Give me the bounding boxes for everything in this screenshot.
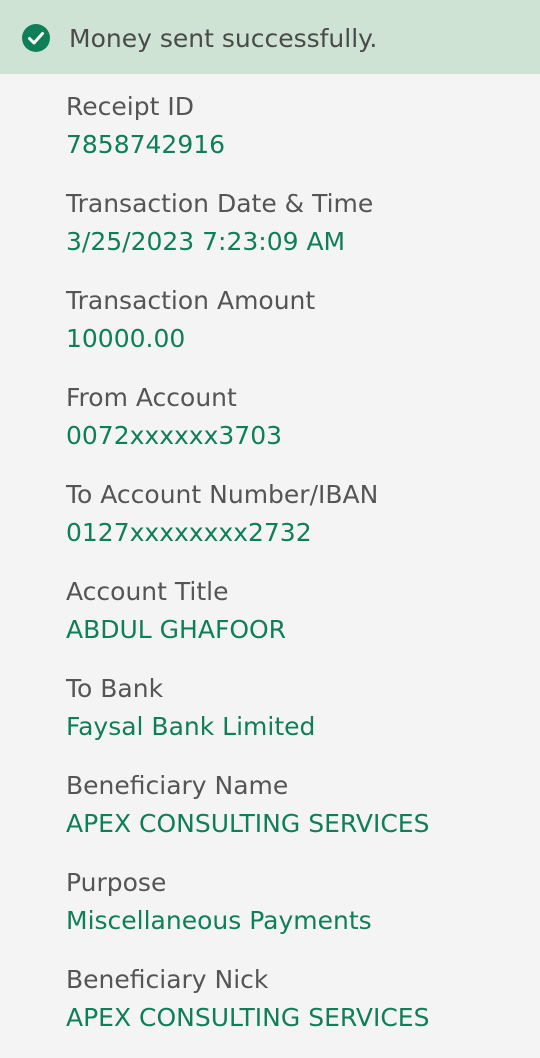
field-receipt-id: Receipt ID 7858742916: [66, 88, 536, 185]
field-label: Beneficiary Name: [66, 771, 289, 800]
field-value: 7858742916: [66, 130, 226, 159]
field-value: Miscellaneous Payments: [66, 906, 372, 935]
field-label: Account Title: [66, 577, 229, 606]
field-label: Beneficiary Nick: [66, 965, 269, 994]
field-value: 10000.00: [66, 324, 186, 353]
field-value: APEX CONSULTING SERVICES: [66, 809, 430, 838]
field-label: From Account: [66, 383, 237, 412]
field-label: Receipt ID: [66, 92, 194, 121]
field-value: Faysal Bank Limited: [66, 712, 316, 741]
field-value: ABDUL GHAFOOR: [66, 615, 287, 644]
field-label: Transaction Amount: [66, 286, 316, 315]
field-from-account: From Account 0072xxxxxx3703: [66, 379, 536, 476]
field-label: Transaction Date & Time: [66, 189, 374, 218]
field-label: Purpose: [66, 868, 167, 897]
field-label: To Bank: [66, 674, 164, 703]
check-circle-icon: [22, 24, 50, 52]
field-account-title: Account Title ABDUL GHAFOOR: [66, 573, 536, 670]
success-message: Money sent successfully.: [69, 24, 378, 53]
field-value: 3/25/2023 7:23:09 AM: [66, 227, 346, 256]
success-banner: Money sent successfully.: [0, 0, 540, 74]
field-to-bank: To Bank Faysal Bank Limited: [66, 670, 536, 767]
field-value: 0072xxxxxx3703: [66, 421, 283, 450]
field-value: APEX CONSULTING SERVICES: [66, 1003, 430, 1032]
field-beneficiary-name: Beneficiary Name APEX CONSULTING SERVICE…: [66, 767, 536, 864]
receipt-details: Receipt ID 7858742916 Transaction Date &…: [66, 88, 536, 1058]
field-to-account: To Account Number/IBAN 0127xxxxxxxx2732: [66, 476, 536, 573]
field-beneficiary-nick: Beneficiary Nick APEX CONSULTING SERVICE…: [66, 961, 536, 1058]
field-value: 0127xxxxxxxx2732: [66, 518, 312, 547]
field-purpose: Purpose Miscellaneous Payments: [66, 864, 536, 961]
field-transaction-date-time: Transaction Date & Time 3/25/2023 7:23:0…: [66, 185, 536, 282]
field-transaction-amount: Transaction Amount 10000.00: [66, 282, 536, 379]
field-label: To Account Number/IBAN: [66, 480, 379, 509]
